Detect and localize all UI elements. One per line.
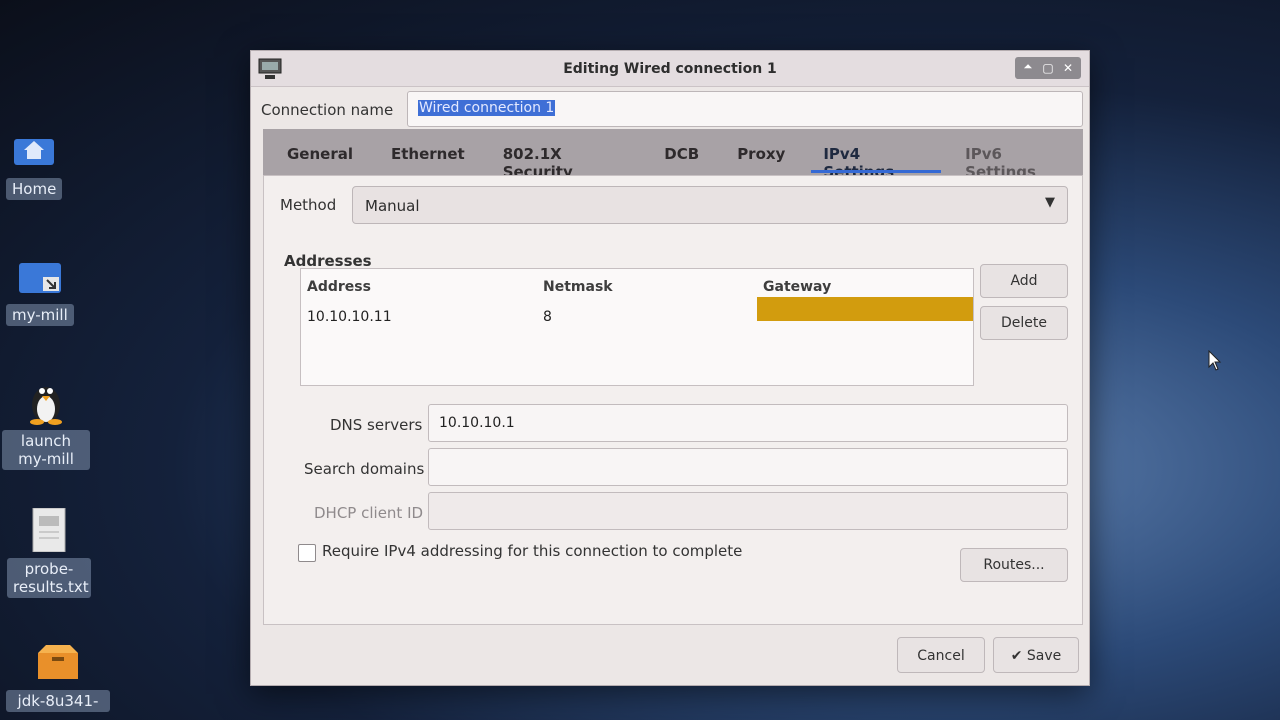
dhcp-client-id-input[interactable] <box>428 492 1068 530</box>
dhcp-client-id-label: DHCP client ID <box>314 504 424 522</box>
require-ipv4-label[interactable]: Require IPv4 addressing for this connect… <box>322 542 742 560</box>
connection-name-input[interactable]: Wired connection 1 <box>407 91 1083 127</box>
dns-servers-input[interactable]: 10.10.10.1 <box>428 404 1068 442</box>
tab-ipv4-settings[interactable]: IPv4 Settings <box>799 129 942 181</box>
search-domains-input[interactable] <box>428 448 1068 486</box>
desktop-icon-label: my-mill <box>6 304 74 326</box>
desktop-icon-label: jdk-8u341-linux-i586.t <box>6 690 110 712</box>
text-file-icon <box>27 508 71 552</box>
package-icon <box>36 640 80 684</box>
add-button[interactable]: Add <box>980 264 1068 298</box>
edit-connection-dialog: Editing Wired connection 1 🞁 ▢ ✕ Connect… <box>250 50 1090 686</box>
netmask-cell[interactable]: 8 <box>543 309 552 325</box>
desktop-icon-launch-my-mill[interactable]: launch my-mill <box>0 380 92 470</box>
desktop-icon-my-mill[interactable]: my-mill <box>6 254 74 326</box>
tux-penguin-icon <box>24 380 68 425</box>
tab-ipv6-settings[interactable]: IPv6 Settings <box>941 129 1083 181</box>
desktop-icon-label: launch my-mill <box>2 430 90 470</box>
title-bar[interactable]: Editing Wired connection 1 🞁 ▢ ✕ <box>251 51 1089 87</box>
dialog-title: Editing Wired connection 1 <box>563 61 777 77</box>
desktop-icon-jdk[interactable]: jdk-8u341-linux-i586.t <box>4 640 112 712</box>
folder-link-icon <box>18 254 62 298</box>
cancel-button[interactable]: Cancel <box>897 637 985 673</box>
minimize-icon[interactable]: 🞁 <box>1019 59 1037 77</box>
connection-name-row: Connection name Wired connection 1 <box>261 91 1083 131</box>
tab-ethernet[interactable]: Ethernet <box>367 129 479 175</box>
desktop-icon-label: probe-results.txt <box>7 558 91 598</box>
search-domains-label: Search domains <box>304 460 425 478</box>
checkmark-icon: ✔ <box>1010 648 1023 664</box>
desktop-icon-home[interactable]: Home <box>6 128 63 200</box>
addresses-table[interactable]: Address Netmask Gateway 10.10.10.11 8 <box>300 268 974 386</box>
close-icon[interactable]: ✕ <box>1059 59 1077 77</box>
save-label: Save <box>1026 648 1062 664</box>
home-folder-icon <box>12 128 56 172</box>
desktop-icon-probe-results[interactable]: probe-results.txt <box>6 508 92 598</box>
column-header-address[interactable]: Address <box>307 279 371 295</box>
ipv4-settings-panel: Method Manual ▼ Addresses Address Netmas… <box>263 175 1083 625</box>
gateway-cell[interactable] <box>757 297 973 321</box>
address-cell[interactable]: 10.10.10.11 <box>307 309 392 325</box>
connection-name-label: Connection name <box>261 101 394 119</box>
column-header-gateway[interactable]: Gateway <box>763 279 831 295</box>
tab-proxy[interactable]: Proxy <box>713 129 799 175</box>
dns-servers-label: DNS servers <box>330 416 423 434</box>
method-value: Manual <box>365 197 420 215</box>
tab-bar: General Ethernet 802.1X Security DCB Pro… <box>263 129 1083 181</box>
tab-dcb[interactable]: DCB <box>640 129 713 175</box>
tab-8021x-security[interactable]: 802.1X Security <box>479 129 641 181</box>
routes-button[interactable]: Routes... <box>960 548 1068 582</box>
tab-general[interactable]: General <box>263 129 367 175</box>
chevron-down-icon: ▼ <box>1045 195 1055 210</box>
maximize-icon[interactable]: ▢ <box>1039 59 1057 77</box>
mouse-pointer-icon <box>1208 349 1222 372</box>
desktop-icon-label: Home <box>6 178 63 200</box>
window-controls: 🞁 ▢ ✕ <box>1015 57 1081 79</box>
method-dropdown[interactable]: Manual ▼ <box>352 186 1068 224</box>
method-label: Method <box>280 196 337 214</box>
require-ipv4-checkbox[interactable] <box>298 544 316 562</box>
connection-name-value: Wired connection 1 <box>418 100 556 116</box>
column-header-netmask[interactable]: Netmask <box>543 279 613 295</box>
save-button[interactable]: ✔ Save <box>993 637 1079 673</box>
delete-button[interactable]: Delete <box>980 306 1068 340</box>
